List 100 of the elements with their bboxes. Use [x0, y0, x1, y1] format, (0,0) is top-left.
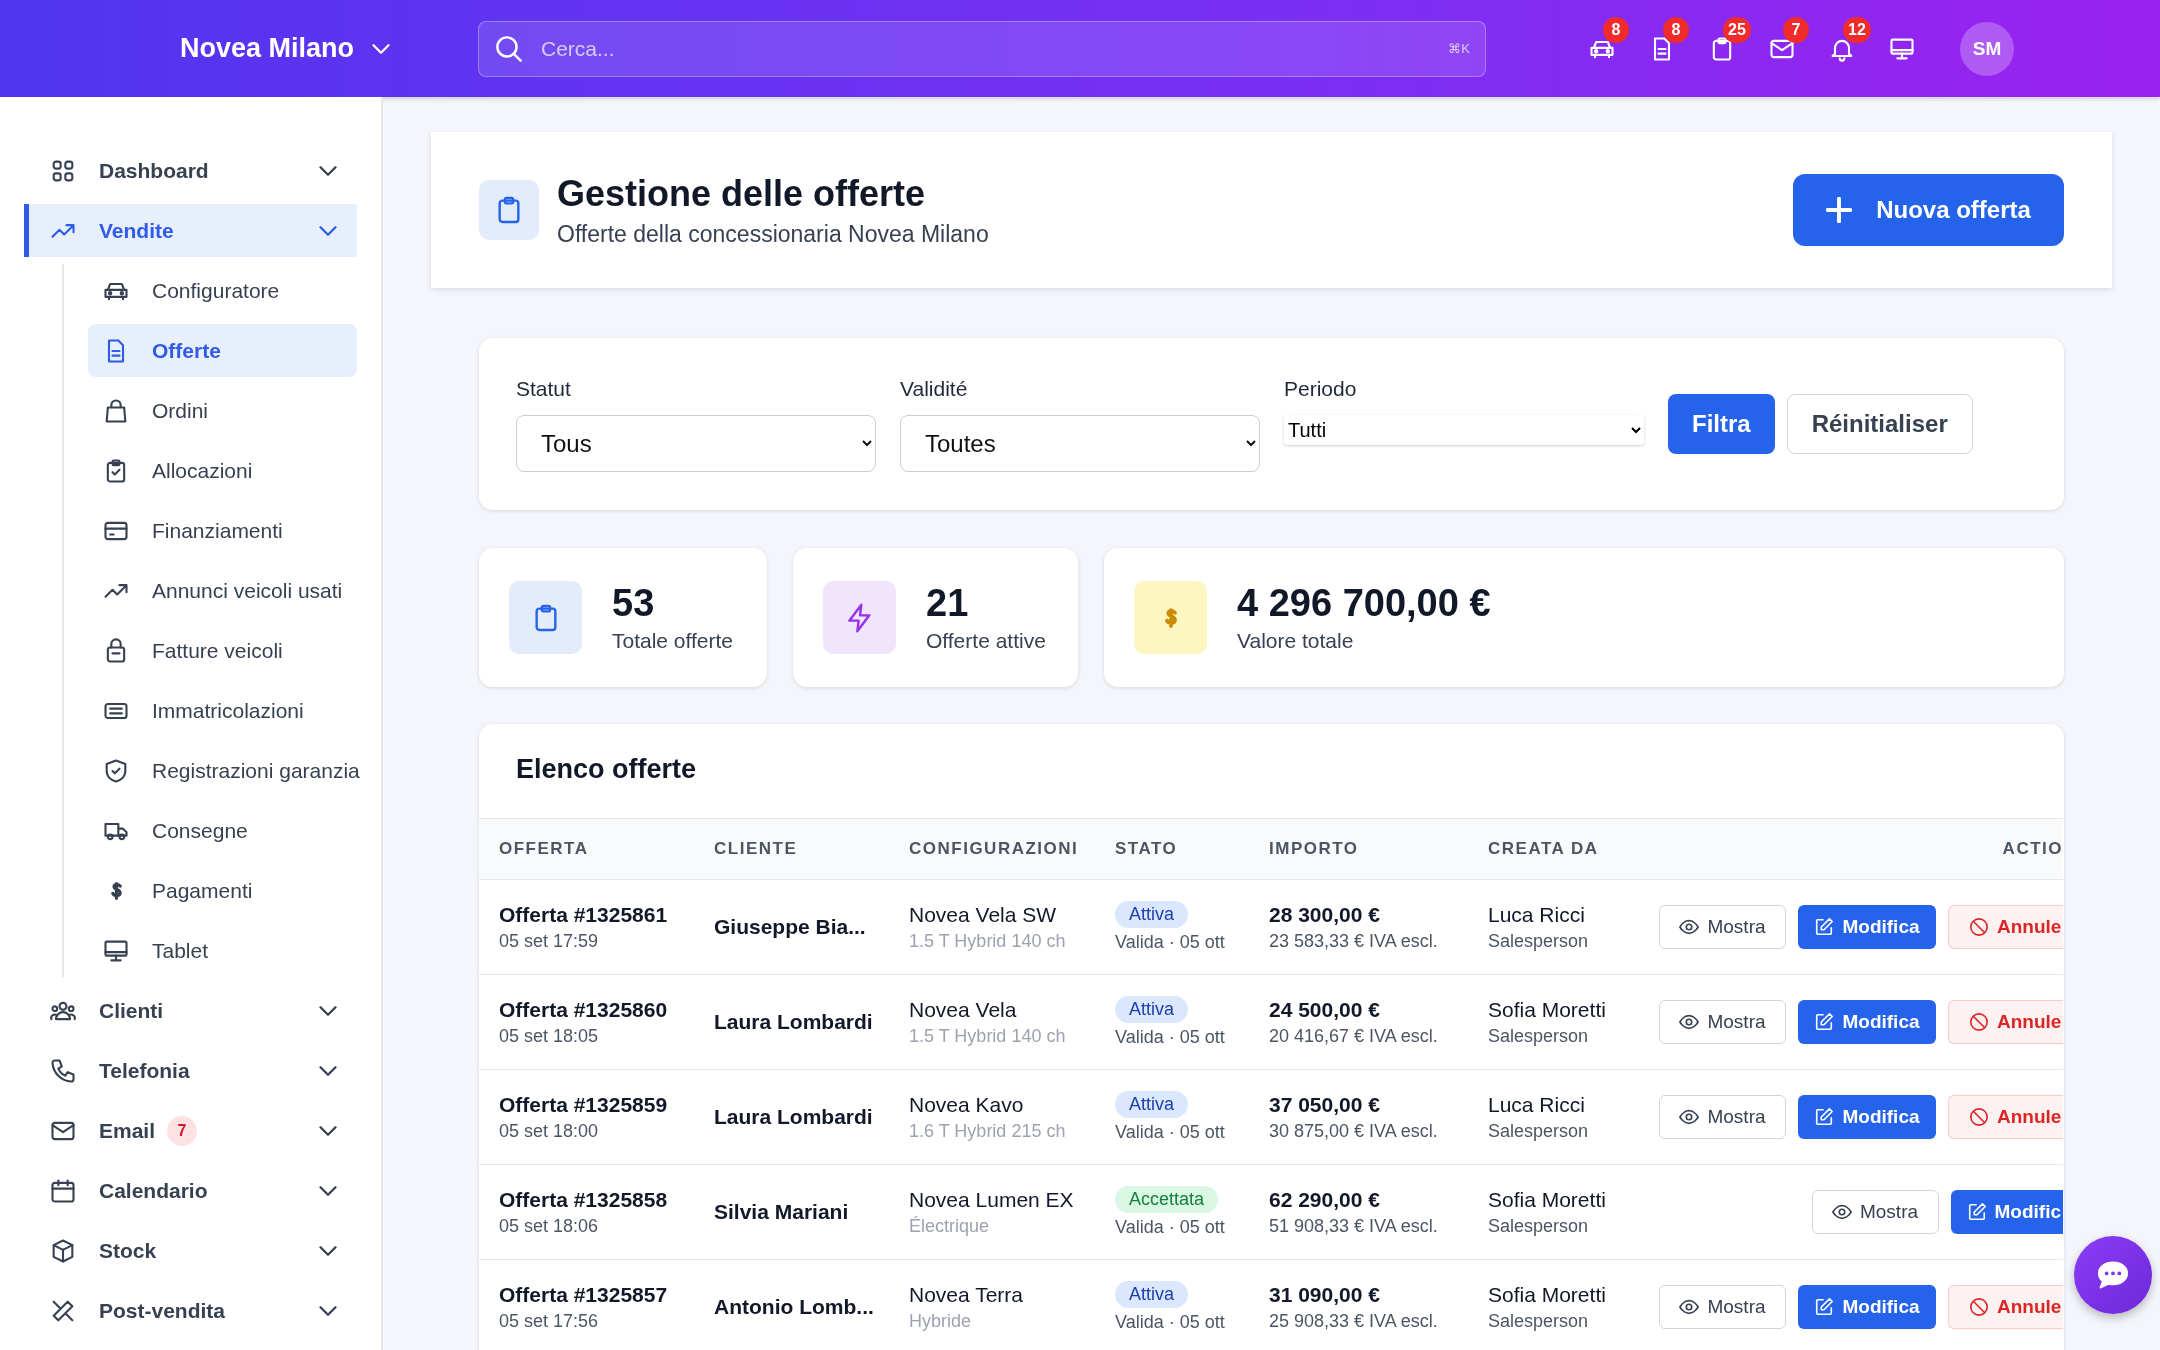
chevron-down-icon: [319, 1245, 337, 1256]
client-name: Antonio Lomb...: [714, 1295, 875, 1319]
select-field[interactable]: Tous: [516, 414, 876, 472]
offer-date: 05 set 17:59: [499, 930, 600, 952]
creator-role: Salesperson: [1488, 1025, 1590, 1047]
nav-subitem[interactable]: Configuratore: [88, 264, 357, 317]
nav-subitem[interactable]: Fatture veicoli: [88, 624, 357, 677]
engine-text: 1.6 T Hybrid 215 ch: [909, 1120, 1067, 1142]
select-field[interactable]: Tutti: [1284, 415, 1644, 445]
shortcut-hint: ⌘K: [1448, 40, 1470, 56]
edit-button[interactable]: Modifica: [1798, 1095, 1936, 1139]
offer-number[interactable]: Offerta #1325858: [499, 1187, 714, 1212]
view-button[interactable]: Mostra: [1659, 1285, 1786, 1329]
nav-subitem[interactable]: Pagamenti: [88, 864, 357, 917]
offer-date: 05 set 18:06: [499, 1215, 600, 1237]
nav-item[interactable]: Dashboard: [24, 144, 357, 197]
net-amount: 51 908,33 € IVA escl.: [1269, 1215, 1439, 1237]
edit-icon: [1814, 1297, 1835, 1317]
creator-name: Luca Ricci: [1488, 902, 1586, 927]
select-field[interactable]: Toutes: [900, 414, 1260, 472]
dollar-icon: [110, 881, 122, 900]
client-name: Silvia Mariani: [714, 1200, 850, 1224]
notification-badge: 7: [1783, 16, 1809, 43]
nav-item[interactable]: Calendario: [24, 1164, 357, 1217]
cancel-button[interactable]: Annule: [1948, 1000, 2064, 1044]
chat-button[interactable]: [2074, 1236, 2152, 1314]
eye-icon: [1679, 1012, 1700, 1032]
notification-badge: 8: [1663, 16, 1689, 43]
amount: 62 290,00 €: [1269, 1187, 1381, 1212]
column-header: IMPORTO: [1269, 839, 1360, 859]
calendar-icon: [49, 1176, 77, 1205]
edit-button[interactable]: Modifica: [1798, 905, 1936, 949]
edit-button[interactable]: Modifica: [1798, 1285, 1936, 1329]
nav-item[interactable]: Email 7: [24, 1104, 357, 1157]
chevron-down-icon: [319, 1305, 337, 1316]
column-header: STATO: [1115, 839, 1179, 859]
nav-item[interactable]: Telefonia: [24, 1044, 357, 1097]
nav-subitem[interactable]: Tablet: [88, 924, 357, 977]
creator-role: Salesperson: [1488, 1310, 1590, 1332]
view-button[interactable]: Mostra: [1811, 1190, 1939, 1234]
clipboard-icon: [509, 581, 582, 654]
nav-subitem[interactable]: Offerte: [88, 324, 357, 377]
chevron-down-icon: [319, 1185, 337, 1196]
page-title: Gestione delle offerte: [557, 172, 927, 215]
nav-item[interactable]: Clienti: [24, 984, 357, 1037]
view-button[interactable]: Mostra: [1659, 1000, 1786, 1044]
phone-icon: [49, 1056, 77, 1085]
cancel-icon: [1969, 917, 1989, 937]
column-header: OFFERTA: [499, 839, 590, 859]
edit-button[interactable]: Modific: [1950, 1190, 2063, 1234]
model-name: Novea Vela SW: [909, 902, 1058, 927]
engine-text: 1.5 T Hybrid 140 ch: [909, 930, 1067, 952]
offer-date: 05 set 17:56: [499, 1310, 600, 1332]
engine-text: 1.5 T Hybrid 140 ch: [909, 1025, 1067, 1047]
edit-button[interactable]: Modifica: [1798, 1000, 1936, 1044]
field-label: Periodo: [1284, 377, 1358, 401]
offer-number[interactable]: Offerta #1325861: [499, 902, 714, 927]
notification-badge: 8: [1603, 16, 1629, 43]
cancel-button[interactable]: Annule: [1948, 1095, 2064, 1139]
amount: 24 500,00 €: [1269, 997, 1381, 1022]
status-badge: Accettata: [1115, 1186, 1219, 1213]
offer-number[interactable]: Offerta #1325859: [499, 1092, 714, 1117]
nav-subitem[interactable]: Allocazioni: [88, 444, 357, 497]
nav-subitem[interactable]: Finanziamenti: [88, 504, 357, 557]
nav-item[interactable]: Stock: [24, 1224, 357, 1277]
user-avatar[interactable]: SM: [1960, 21, 2014, 76]
cancel-icon: [1969, 1012, 1989, 1032]
notification-badge: 12: [1843, 16, 1871, 43]
nav-subitem[interactable]: Consegne: [88, 804, 357, 857]
dealer-name[interactable]: Novea Milano: [180, 33, 355, 64]
eye-icon: [1679, 1107, 1700, 1127]
model-name: Novea Vela: [909, 997, 1018, 1022]
status-badge: Attiva: [1115, 1091, 1189, 1118]
nav-subitem[interactable]: Ordini: [88, 384, 357, 437]
field-label: Validité: [900, 376, 969, 401]
reset-button[interactable]: Réinitialiser: [1786, 394, 1973, 454]
nav-item[interactable]: Post-vendita: [24, 1284, 357, 1337]
new-offer-button[interactable]: Nuova offerta: [1793, 174, 2064, 246]
column-header: CLIENTE: [714, 839, 799, 859]
status-badge: Attiva: [1115, 996, 1189, 1023]
offer-number[interactable]: Offerta #1325860: [499, 997, 714, 1022]
model-name: Novea Lumen EX: [909, 1187, 1075, 1212]
validity-text: Valida · 05 ott: [1115, 1122, 1226, 1143]
view-button[interactable]: Mostra: [1659, 905, 1786, 949]
chevron-down-icon[interactable]: [372, 43, 391, 54]
eye-icon: [1679, 917, 1700, 937]
client-name: Laura Lombardi: [714, 1010, 874, 1034]
cancel-button[interactable]: Annule: [1948, 905, 2064, 949]
filter-button[interactable]: Filtra: [1668, 394, 1775, 454]
nav-subitem[interactable]: Immatricolazioni: [88, 684, 357, 737]
validity-text: Valida · 05 ott: [1115, 932, 1226, 953]
cancel-button[interactable]: Annule: [1948, 1285, 2064, 1329]
offer-number[interactable]: Offerta #1325857: [499, 1282, 714, 1307]
offer-date: 05 set 18:05: [499, 1025, 600, 1047]
view-button[interactable]: Mostra: [1659, 1095, 1786, 1139]
nav-item[interactable]: Vendite: [24, 204, 357, 257]
client-name: Laura Lombardi: [714, 1105, 874, 1129]
lightning-icon: [823, 581, 896, 654]
validity-text: Valida · 05 ott: [1115, 1217, 1226, 1238]
nav-subitem[interactable]: Annunci veicoli usati: [88, 564, 357, 617]
